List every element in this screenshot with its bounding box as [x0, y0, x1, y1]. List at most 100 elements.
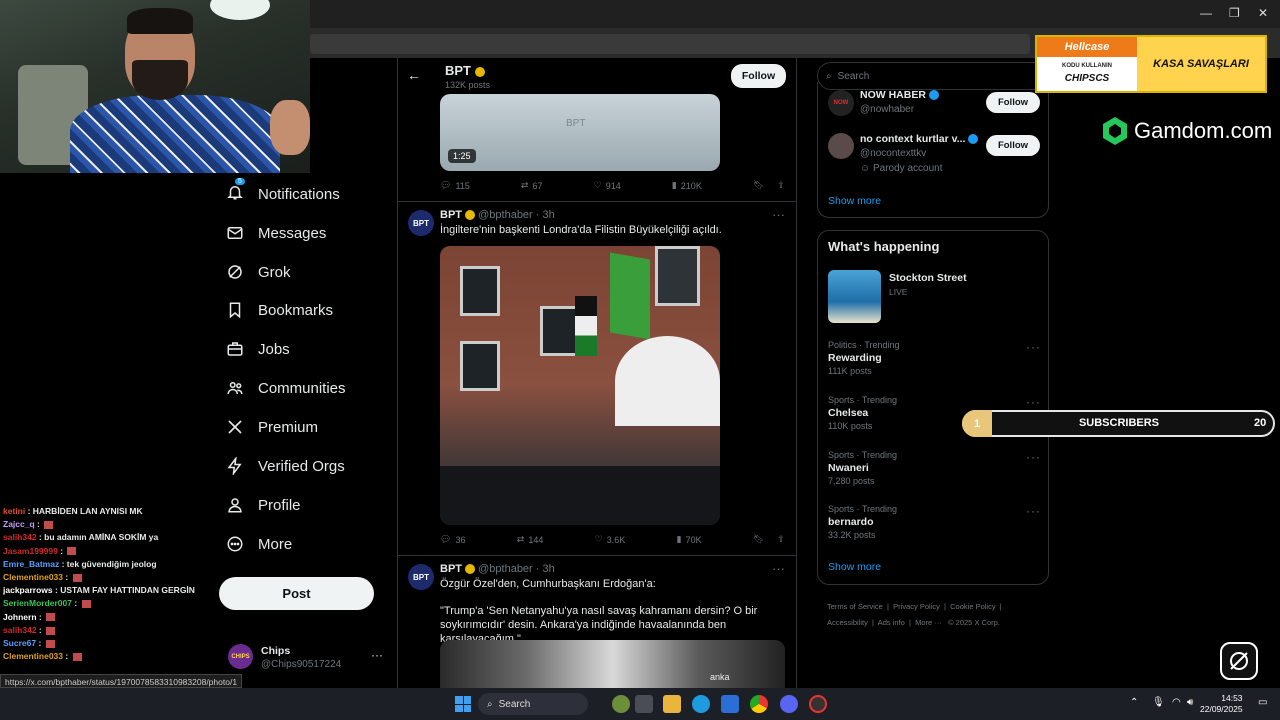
trend-menu-icon[interactable]: ···: [1026, 504, 1041, 518]
widgets-icon[interactable]: [612, 695, 630, 713]
wifi-icon[interactable]: ◠: [1172, 697, 1181, 708]
discord-icon[interactable]: [780, 695, 798, 713]
back-arrow-icon[interactable]: ←: [407, 67, 421, 83]
maximize-icon[interactable]: ❐: [1229, 6, 1240, 20]
task-view-icon[interactable]: [635, 695, 653, 713]
chat-username[interactable]: Sucre67: [3, 638, 36, 648]
trend-item[interactable]: Sports · Trending bernardo 33.2K posts: [828, 503, 897, 542]
app-icon[interactable]: [809, 695, 827, 713]
show-more-link[interactable]: Show more: [828, 561, 881, 573]
views-button[interactable]: ▮ 70K: [677, 534, 702, 545]
avatar[interactable]: [828, 133, 854, 159]
nav-notifications[interactable]: 5 Notifications: [226, 176, 340, 212]
nav-profile[interactable]: Profile: [226, 487, 301, 523]
file-explorer-icon[interactable]: [663, 695, 681, 713]
tweet-handle[interactable]: @bpthaber: [478, 563, 533, 575]
reply-button[interactable]: 💬︎ 36: [440, 534, 465, 545]
chat-username[interactable]: salih342: [3, 625, 37, 635]
avatar[interactable]: NOW: [828, 90, 854, 116]
tweet-video[interactable]: BPT 1:25: [440, 94, 720, 171]
nav-bookmarks[interactable]: Bookmarks: [226, 292, 333, 328]
tweet-author[interactable]: BPT: [440, 209, 462, 221]
chat-username[interactable]: Emre_Batmaz: [3, 559, 59, 569]
store-icon[interactable]: [721, 695, 739, 713]
nav-premium[interactable]: Premium: [226, 409, 318, 445]
trend-menu-icon[interactable]: ···: [1026, 450, 1041, 464]
share-icon[interactable]: ⇪: [777, 534, 785, 545]
chat-username[interactable]: Clementine033: [3, 572, 63, 582]
suggestion-name[interactable]: NOW HABER: [860, 89, 939, 101]
account-switcher[interactable]: CHIPS Chips @Chips90517224 ···: [228, 644, 388, 674]
show-more-link[interactable]: Show more: [828, 195, 881, 207]
bookmark-icon[interactable]: 🔖︎: [753, 534, 764, 545]
retweet-button[interactable]: ⇄ 144: [517, 534, 544, 545]
chat-username[interactable]: ketini: [3, 506, 25, 516]
nav-messages[interactable]: Messages: [226, 215, 326, 251]
like-button[interactable]: ♡ 3.6K: [595, 534, 626, 545]
chat-username[interactable]: SerienMorder007: [3, 598, 72, 608]
search-placeholder: Search: [837, 70, 870, 82]
follow-button[interactable]: Follow: [986, 92, 1040, 113]
tweet-avatar[interactable]: BPT: [408, 564, 434, 590]
chat-username[interactable]: Clementine033: [3, 651, 63, 661]
chat-username[interactable]: salih342: [3, 532, 37, 542]
follow-button[interactable]: Follow: [731, 64, 786, 88]
tweet-time[interactable]: · 3h: [536, 563, 555, 575]
chat-message: SerienMorder007 :: [3, 597, 213, 610]
nav-communities[interactable]: Communities: [226, 370, 346, 406]
live-thumbnail[interactable]: [828, 270, 881, 323]
trend-menu-icon[interactable]: ···: [1026, 395, 1041, 409]
share-icon[interactable]: ⇪: [777, 180, 785, 191]
system-clock[interactable]: 14:53 22/09/2025: [1200, 693, 1243, 715]
more-dots-icon[interactable]: ···: [371, 648, 383, 662]
reply-button[interactable]: 💬︎ 115: [440, 180, 470, 191]
tweet-photo[interactable]: anka: [440, 640, 785, 688]
trend-item[interactable]: Sports · Trending Chelsea 110K posts: [828, 394, 897, 433]
bookmark-icon[interactable]: 🔖︎: [753, 180, 764, 191]
nav-jobs[interactable]: Jobs: [226, 331, 290, 367]
tweet-menu-icon[interactable]: ···: [772, 207, 785, 222]
tweet-actions: 💬︎ 115 ⇄ 67 ♡ 914 ▮ 210K 🔖︎ ⇪: [440, 180, 785, 191]
cookie-link[interactable]: Cookie Policy: [950, 602, 995, 611]
nav-grok[interactable]: Grok: [226, 254, 291, 290]
tweet-photo[interactable]: [440, 246, 720, 525]
views-button[interactable]: ▮ 210K: [672, 180, 702, 191]
chat-username[interactable]: Jasam199999: [3, 546, 58, 556]
tweet-author[interactable]: BPT: [440, 563, 462, 575]
more-link[interactable]: More ···: [915, 618, 942, 627]
trend-item[interactable]: Sports · Trending Nwaneri 7,280 posts: [828, 449, 897, 488]
privacy-link[interactable]: Privacy Policy: [893, 602, 940, 611]
follow-button[interactable]: Follow: [986, 135, 1040, 156]
volume-icon[interactable]: 🔊︎: [1187, 697, 1193, 708]
trend-item[interactable]: Politics · Trending Rewarding 111K posts: [828, 339, 900, 378]
minimize-icon[interactable]: —: [1200, 6, 1212, 20]
panel-title: What's happening: [828, 239, 940, 254]
tweet-menu-icon[interactable]: ···: [772, 561, 785, 576]
like-button[interactable]: ♡ 914: [594, 180, 621, 191]
chat-username[interactable]: Johnern: [3, 612, 37, 622]
mic-icon[interactable]: 🎙︎: [1152, 697, 1165, 708]
tweet-time[interactable]: · 3h: [536, 209, 555, 221]
notification-center-icon[interactable]: ▭: [1258, 697, 1267, 708]
chrome-icon[interactable]: [750, 695, 768, 713]
suggestion-name[interactable]: no context kurtlar v...: [860, 133, 979, 145]
windows-start-icon[interactable]: [455, 696, 471, 712]
post-button[interactable]: Post: [219, 577, 374, 610]
tray-chevron-icon[interactable]: ⌃: [1130, 697, 1138, 708]
taskbar-search[interactable]: ⌕ Search: [478, 693, 588, 715]
retweet-button[interactable]: ⇄ 67: [521, 180, 543, 191]
live-title[interactable]: Stockton Street: [889, 272, 967, 284]
trend-menu-icon[interactable]: ···: [1026, 340, 1041, 354]
ads-link[interactable]: Ads info: [878, 618, 905, 627]
close-icon[interactable]: ✕: [1258, 6, 1268, 20]
chat-username[interactable]: jackparrows: [3, 585, 53, 595]
nav-verified-orgs[interactable]: Verified Orgs: [226, 448, 345, 484]
chat-username[interactable]: Zajcc_q: [3, 519, 35, 529]
nav-more[interactable]: More: [226, 526, 292, 562]
terms-link[interactable]: Terms of Service: [827, 602, 883, 611]
edge-icon[interactable]: [692, 695, 710, 713]
tweet-avatar[interactable]: BPT: [408, 210, 434, 236]
address-bar[interactable]: [310, 34, 1030, 54]
tweet-handle[interactable]: @bpthaber: [478, 209, 533, 221]
accessibility-link[interactable]: Accessibility: [827, 618, 868, 627]
